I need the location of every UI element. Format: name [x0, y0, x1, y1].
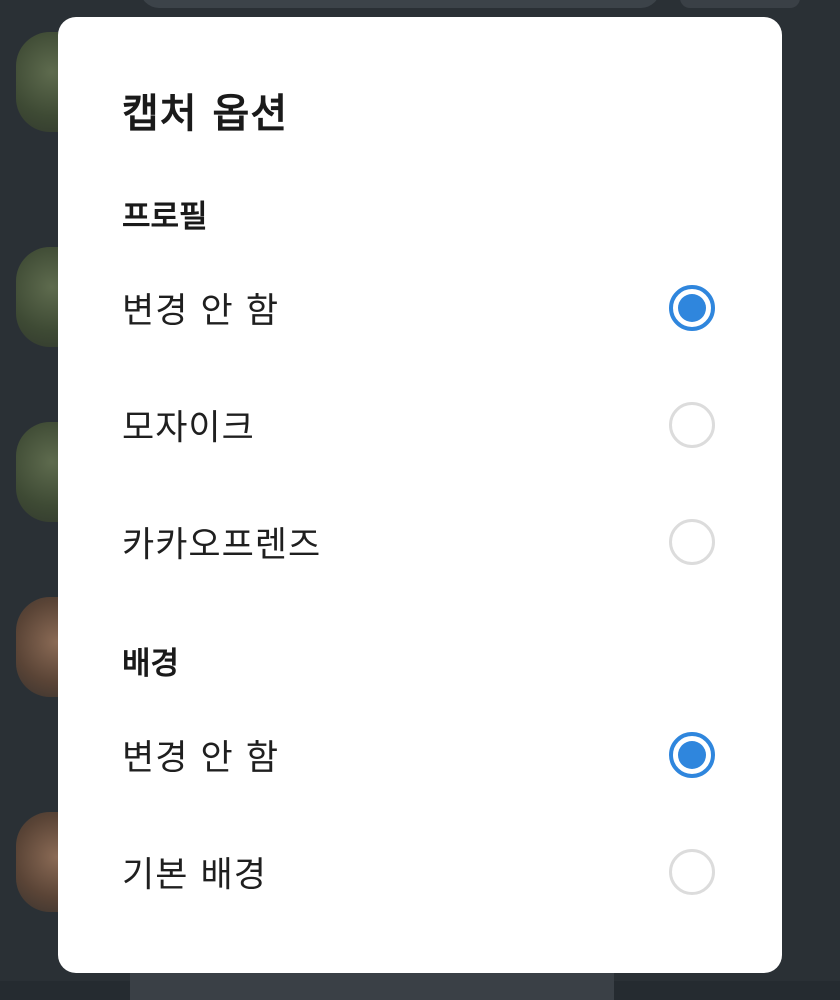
- option-profile-no-change[interactable]: 변경 안 함: [58, 260, 782, 356]
- background-search-bar: [140, 0, 660, 8]
- option-profile-mosaic[interactable]: 모자이크: [58, 377, 782, 473]
- radio-dot: [678, 741, 706, 769]
- background-header-text: [680, 0, 800, 8]
- option-profile-kakaofriends[interactable]: 카카오프렌즈: [58, 494, 782, 590]
- option-background-no-change[interactable]: 변경 안 함: [58, 707, 782, 803]
- option-label: 변경 안 함: [122, 738, 280, 779]
- option-label: 변경 안 함: [122, 291, 280, 332]
- option-background-default[interactable]: 기본 배경: [58, 824, 782, 920]
- option-label: 기본 배경: [122, 855, 267, 896]
- capture-options-dialog: 캡처 옵션 프로필 변경 안 함 모자이크 카카오프렌즈 배경 변경 안 함 기…: [58, 17, 782, 973]
- section-label-profile: 프로필: [122, 199, 208, 235]
- radio-unselected-icon[interactable]: [669, 849, 715, 895]
- radio-dot: [678, 294, 706, 322]
- dialog-title: 캡처 옵션: [122, 91, 289, 137]
- radio-selected-icon[interactable]: [669, 285, 715, 331]
- section-label-background: 배경: [122, 646, 180, 682]
- radio-unselected-icon[interactable]: [669, 519, 715, 565]
- radio-unselected-icon[interactable]: [669, 402, 715, 448]
- option-label: 모자이크: [122, 408, 255, 449]
- option-label: 카카오프렌즈: [122, 525, 322, 566]
- radio-selected-icon[interactable]: [669, 732, 715, 778]
